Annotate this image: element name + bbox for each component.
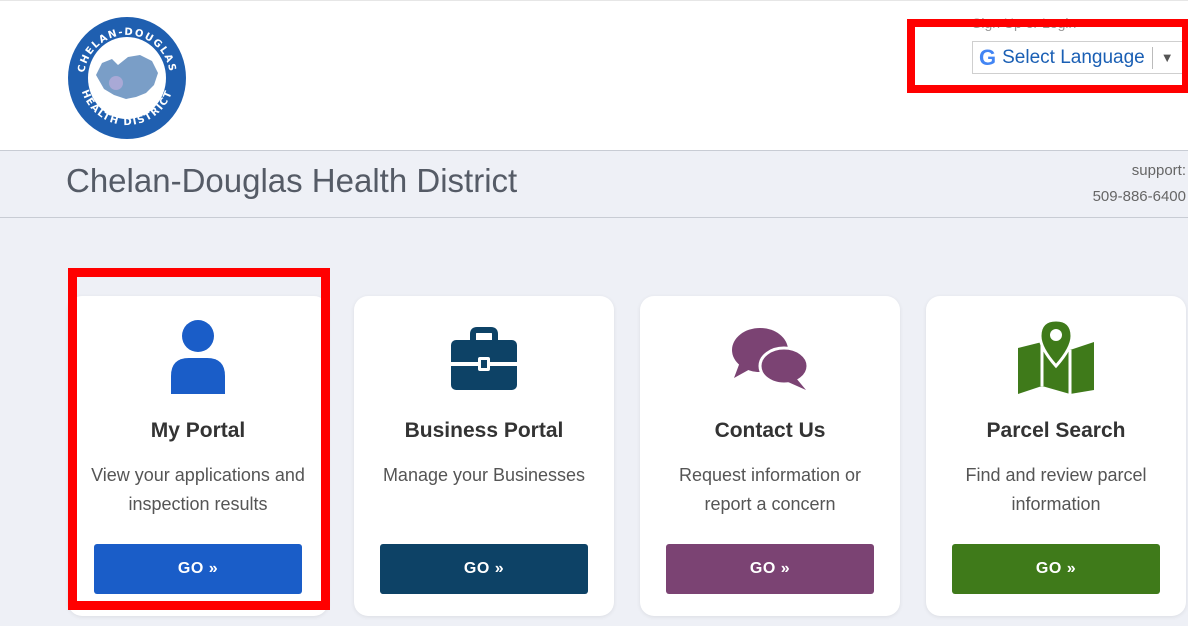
card-description: Find and review parcel information — [965, 465, 1147, 514]
page-title: Chelan-Douglas Health District — [66, 162, 518, 199]
card-title: Contact Us — [714, 419, 826, 442]
card-description: Request information or report a concern — [678, 465, 862, 514]
highlight-box-language — [907, 19, 1188, 93]
briefcase-icon — [451, 327, 517, 390]
go-button-parcel-search[interactable]: GO » — [952, 544, 1160, 594]
map-pin-icon — [1018, 318, 1094, 394]
support-label: support: — [1131, 162, 1186, 179]
card-parcel-search: Parcel Search Find and review parcel inf… — [926, 296, 1186, 616]
support-phone[interactable]: 509-886-6400 — [1093, 188, 1186, 205]
health-district-logo[interactable]: CHELAN-DOUGLAS HEALTH DISTRICT — [66, 15, 188, 141]
chat-bubbles-icon — [732, 328, 810, 390]
highlight-box-my-portal — [68, 268, 330, 610]
card-description: Manage your Businesses — [382, 465, 586, 485]
card-business-portal: Business Portal Manage your Businesses G… — [354, 296, 614, 616]
go-button-business-portal[interactable]: GO » — [380, 544, 588, 594]
card-title: Business Portal — [404, 419, 564, 442]
card-contact-us: Contact Us Request information or report… — [640, 296, 900, 616]
card-title: Parcel Search — [986, 419, 1126, 442]
go-button-contact-us[interactable]: GO » — [666, 544, 874, 594]
